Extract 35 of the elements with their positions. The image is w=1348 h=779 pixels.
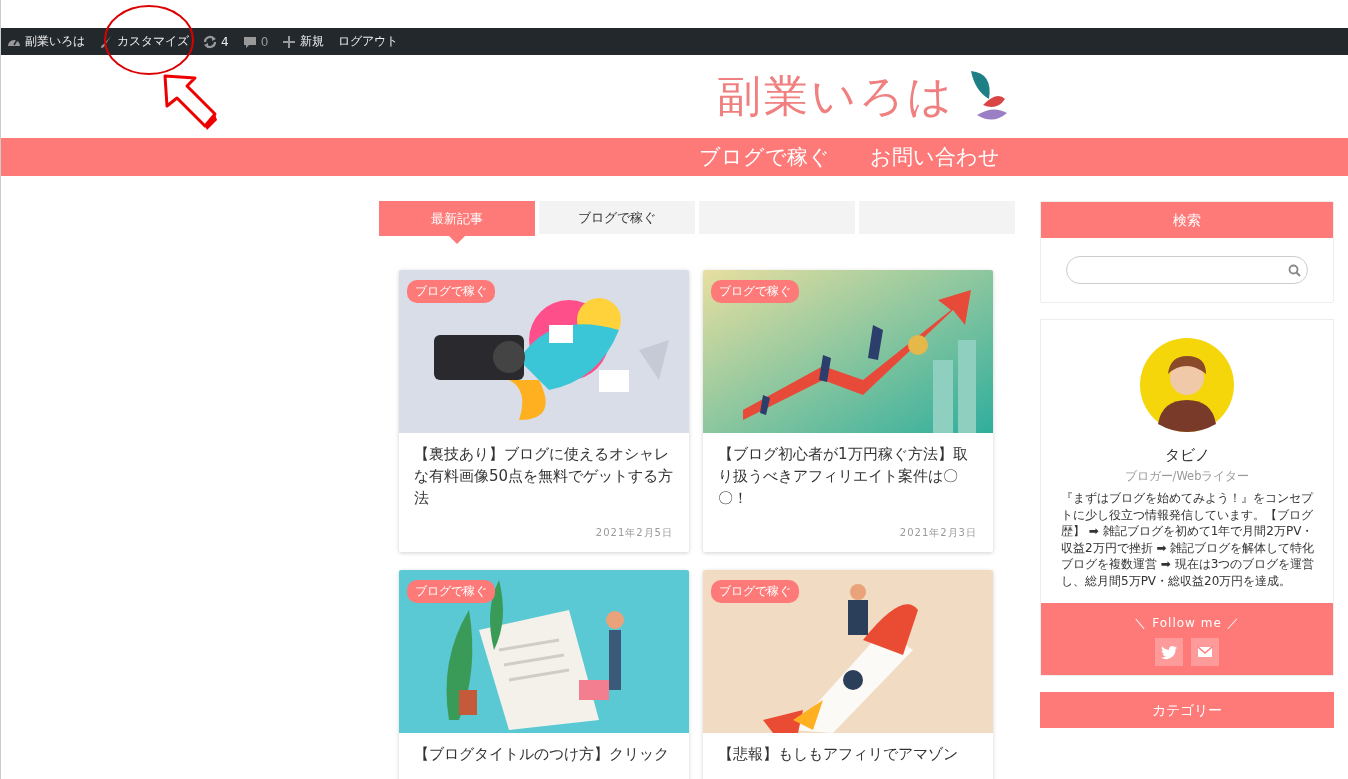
- admin-bar-link[interactable]: カスタマイズ: [117, 33, 189, 50]
- widget-title: カテゴリー: [1040, 692, 1334, 728]
- plus-icon: [282, 34, 297, 49]
- post-date: 2021年2月5日: [595, 526, 673, 540]
- admin-bar-link[interactable]: ログアウト: [338, 33, 399, 50]
- category-label: ブログで稼ぐ: [407, 280, 495, 303]
- admin-bar-link[interactable]: 4: [221, 34, 229, 49]
- post-card[interactable]: ブログで稼ぐ 【裏技あり】ブログに使えるオシャレな有料画像50点を無料でゲットする方法 2021年2月5日: [399, 270, 689, 552]
- author-bio: 『まずはブログを始めてみよう！』をコンセプトに少し役立つ情報発信しています。【ブログ歴】 ➡ 雑記ブログを初めて1年で月間2万PV・収益2万円で挫折 ➡ 雑記ブログを解体して特化ブログを複数運営 ➡ 現在は3つのブログを運営し、総月間5万PV・総収益20万円を達成。: [1060, 490, 1316, 589]
- twitter-button[interactable]: [1155, 638, 1183, 666]
- tab[interactable]: ブログで稼ぐ: [539, 201, 695, 234]
- pointer-icon: [449, 236, 465, 244]
- admin-bar-link[interactable]: 0: [260, 34, 269, 49]
- widget-title: 検索: [1041, 202, 1333, 238]
- admin-bar-link[interactable]: 副業いろは: [25, 33, 85, 50]
- follow-label: ＼ Follow me ／: [1134, 615, 1240, 632]
- category-label: ブログで稼ぐ: [711, 580, 799, 603]
- post-title[interactable]: 【ブログタイトルのつけ方】クリック: [399, 733, 689, 765]
- post-card[interactable]: ブログで稼ぐ 【ブログ初心者が1万円稼ぐ方法】取り扱うべきアフィリエイト案件は〇〇！ 2021年2月3日: [703, 270, 993, 552]
- category-label: ブログで稼ぐ: [711, 280, 799, 303]
- post-title[interactable]: 【ブログ初心者が1万円稼ぐ方法】取り扱うべきアフィリエイト案件は〇〇！: [703, 433, 993, 509]
- speech-bubble-icon: [242, 34, 257, 49]
- post-card[interactable]: ブログで稼ぐ 【ブログタイトルのつけ方】クリック: [399, 570, 689, 779]
- refresh-icon: [203, 34, 217, 49]
- author-role: ブロガー/Webライター: [1124, 469, 1250, 484]
- admin-bar-link[interactable]: 新規: [300, 33, 325, 50]
- bird-icon: [1160, 643, 1178, 661]
- post-card[interactable]: ブログで稼ぐ 【悲報】もしもアフィリでアマゾン: [703, 570, 993, 779]
- category-label: ブログで稼ぐ: [407, 580, 495, 603]
- author-name: タビノ: [1164, 446, 1210, 465]
- post-date: 2021年2月3日: [899, 526, 977, 540]
- search-icon: [1288, 263, 1301, 277]
- post-title[interactable]: 【悲報】もしもアフィリでアマゾン: [703, 733, 993, 765]
- post-title[interactable]: 【裏技あり】ブログに使えるオシャレな有料画像50点を無料でゲットする方法: [399, 433, 689, 509]
- mail-button[interactable]: [1191, 638, 1219, 666]
